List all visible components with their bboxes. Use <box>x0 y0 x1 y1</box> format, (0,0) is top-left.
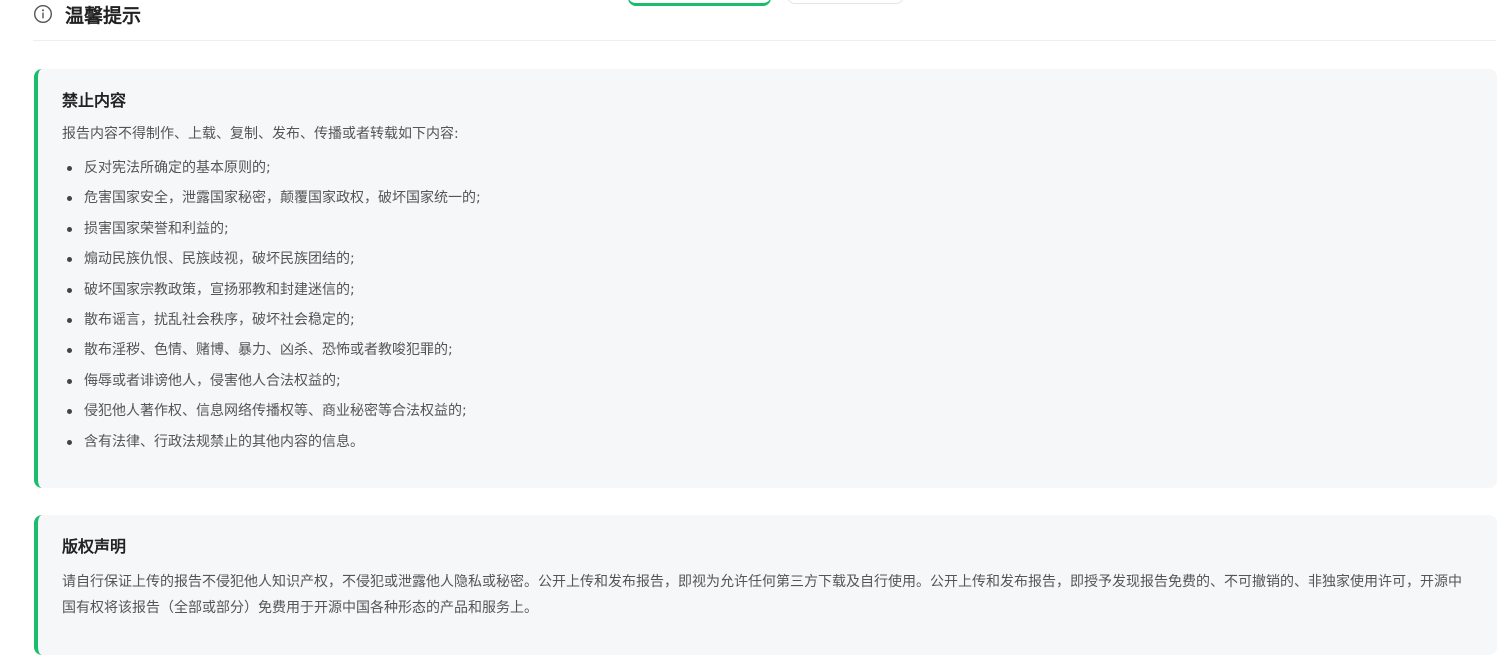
prohibited-content-card: 禁止内容 报告内容不得制作、上载、复制、发布、传播或者转载如下内容: 反对宪法所… <box>34 69 1497 488</box>
prohibited-content-list: 反对宪法所确定的基本原则的; 危害国家安全，泄露国家秘密，颠覆国家政权，破坏国家… <box>62 157 1473 461</box>
bullet-icon <box>67 287 72 293</box>
list-item: 侵犯他人著作权、信息网络传播权等、商业秘密等合法权益的; <box>62 400 1473 430</box>
bullet-icon <box>67 317 72 323</box>
list-item: 反对宪法所确定的基本原则的; <box>62 157 1473 187</box>
bullet-icon <box>67 378 72 384</box>
bullet-icon <box>67 166 72 171</box>
list-item: 散布淫秽、色情、赌博、暴力、凶杀、恐怖或者教唆犯罪的; <box>62 339 1473 369</box>
list-item-text: 散布淫秽、色情、赌博、暴力、凶杀、恐怖或者教唆犯罪的; <box>84 342 453 359</box>
list-item: 煽动民族仇恨、民族歧视，破坏民族团结的; <box>62 248 1473 278</box>
list-item-text: 危害国家安全，泄露国家秘密，颠覆国家政权，破坏国家统一的; <box>84 190 481 207</box>
list-item-text: 损害国家荣誉和利益的; <box>84 220 229 237</box>
list-item: 损害国家荣誉和利益的; <box>62 218 1473 248</box>
copyright-title: 版权声明 <box>62 537 127 556</box>
page-title: 温馨提示 <box>65 4 142 27</box>
bullet-icon <box>67 257 72 263</box>
list-item-text: 反对宪法所确定的基本原则的; <box>84 160 271 176</box>
list-item-text: 含有法律、行政法规禁止的其他内容的信息。 <box>84 433 364 450</box>
info-icon <box>33 4 53 24</box>
prohibited-content-title: 禁止内容 <box>62 91 127 110</box>
list-item-text: 侮辱或者诽谤他人，侵害他人合法权益的; <box>84 372 341 389</box>
bullet-icon <box>67 196 72 202</box>
copyright-card: 版权声明 请自行保证上传的报告不侵犯他人知识产权，不侵犯或泄露他人隐私或秘密。公… <box>34 515 1497 655</box>
bullet-icon <box>67 348 72 354</box>
prohibited-content-intro: 报告内容不得制作、上载、复制、发布、传播或者转载如下内容: <box>62 126 459 142</box>
list-item: 破坏国家宗教政策，宣扬邪教和封建迷信的; <box>62 279 1473 309</box>
bullet-icon <box>67 439 72 445</box>
list-item: 散布谣言，扰乱社会秩序，破坏社会稳定的; <box>62 309 1473 339</box>
list-item-text: 散布谣言，扰乱社会秩序，破坏社会稳定的; <box>84 311 355 328</box>
tips-header: 温馨提示 <box>33 0 1496 41</box>
bullet-icon <box>67 226 72 232</box>
bullet-icon <box>67 409 72 415</box>
list-item-text: 破坏国家宗教政策，宣扬邪教和封建迷信的; <box>84 281 355 298</box>
list-item: 危害国家安全，泄露国家秘密，颠覆国家政权，破坏国家统一的; <box>62 187 1473 217</box>
list-item: 含有法律、行政法规禁止的其他内容的信息。 <box>62 431 1473 461</box>
list-item-text: 侵犯他人著作权、信息网络传播权等、商业秘密等合法权益的; <box>84 403 467 420</box>
copyright-body: 请自行保证上传的报告不侵犯他人知识产权，不侵犯或泄露他人隐私或秘密。公开上传和发… <box>62 574 1462 616</box>
list-item-text: 煽动民族仇恨、民族歧视，破坏民族团结的; <box>84 251 355 268</box>
list-item: 侮辱或者诽谤他人，侵害他人合法权益的; <box>62 370 1473 400</box>
